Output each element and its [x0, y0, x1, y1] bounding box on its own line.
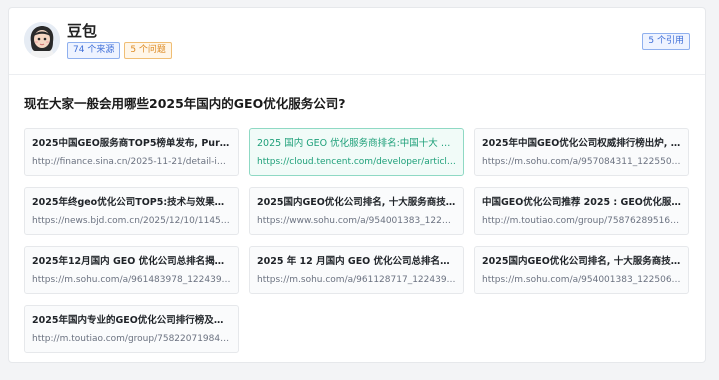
source-url: https://m.sohu.com/a/954001383_12250684.… [482, 275, 681, 285]
source-url: https://cloud.tencent.com/developer/arti… [257, 157, 456, 167]
source-card[interactable]: 2025国内GEO优化公司排名, 十大服务商技术... https://www.… [249, 187, 464, 235]
source-card[interactable]: 2025年中国GEO优化公司权威排行榜出炉, 百... https://m.so… [474, 128, 689, 176]
source-title: 2025年中国GEO优化公司权威排行榜出炉, 百... [482, 138, 681, 149]
source-url: http://m.toutiao.com/group/758220719840.… [32, 334, 231, 344]
source-grid: 2025中国GEO服务商TOP5榜单发布, Purebl... http://f… [24, 128, 689, 353]
questions-count-badge[interactable]: 5 个问题 [124, 42, 172, 59]
source-card[interactable]: 2025 年 12 月国内 GEO 优化公司总排名出炉... https://m… [249, 246, 464, 294]
source-card[interactable]: 2025年终geo优化公司TOP5:技术与效果双优... https://new… [24, 187, 239, 235]
citations-count-badge[interactable]: 5 个引用 [642, 33, 690, 50]
source-title: 2025 国内 GEO 优化服务商排名:中国十大 GE... [257, 138, 456, 149]
sources-count-badge[interactable]: 74 个来源 [67, 42, 121, 59]
source-card[interactable]: 2025年12月国内 GEO 优化公司总排名揭晓, 6... https://m… [24, 246, 239, 294]
source-card-active[interactable]: 2025 国内 GEO 优化服务商排名:中国十大 GE... https://c… [249, 128, 464, 176]
source-url: https://m.sohu.com/a/961483978_12243990.… [32, 275, 231, 285]
answer-card: 豆包 74 个来源 5 个问题 5 个引用 现在大家一般会用哪些2025年国内的… [8, 7, 706, 363]
source-title: 2025年12月国内 GEO 优化公司总排名揭晓, 6... [32, 256, 231, 267]
assistant-name: 豆包 [67, 22, 98, 40]
source-url: https://news.bjd.com.cn/2025/12/10/11455… [32, 216, 231, 226]
source-card[interactable]: 中国GEO优化公司推荐 2025 : GEO优化服务... http://m.t… [474, 187, 689, 235]
source-url: http://m.toutiao.com/group/758762895164.… [482, 216, 681, 226]
source-title: 2025国内GEO优化公司排名, 十大服务商技术... [482, 256, 681, 267]
source-title: 2025 年 12 月国内 GEO 优化公司总排名出炉... [257, 256, 456, 267]
source-card[interactable]: 2025国内GEO优化公司排名, 十大服务商技术... https://m.so… [474, 246, 689, 294]
source-url: http://finance.sina.cn/2025-11-21/detail… [32, 157, 231, 167]
source-url: https://m.sohu.com/a/961128717_12243990.… [257, 275, 456, 285]
question-title: 现在大家一般会用哪些2025年国内的GEO优化服务公司? [24, 96, 346, 111]
avatar-girl-icon [24, 22, 60, 58]
source-card[interactable]: 2025中国GEO服务商TOP5榜单发布, Purebl... http://f… [24, 128, 239, 176]
source-title: 2025中国GEO服务商TOP5榜单发布, Purebl... [32, 138, 231, 149]
source-url: https://www.sohu.com/a/954001383_12250..… [257, 216, 456, 226]
source-card[interactable]: 2025年国内专业的GEO优化公司排行榜及权威... http://m.tout… [24, 305, 239, 353]
source-title: 2025年终geo优化公司TOP5:技术与效果双优... [32, 197, 231, 208]
source-url: https://m.sohu.com/a/957084311_12255091.… [482, 157, 681, 167]
source-title: 中国GEO优化公司推荐 2025 : GEO优化服务... [482, 197, 681, 208]
source-title: 2025国内GEO优化公司排名, 十大服务商技术... [257, 197, 456, 208]
profile-header: 豆包 74 个来源 5 个问题 5 个引用 [9, 8, 705, 75]
badge-group: 74 个来源 5 个问题 [67, 42, 172, 59]
source-title: 2025年国内专业的GEO优化公司排行榜及权威... [32, 315, 231, 326]
